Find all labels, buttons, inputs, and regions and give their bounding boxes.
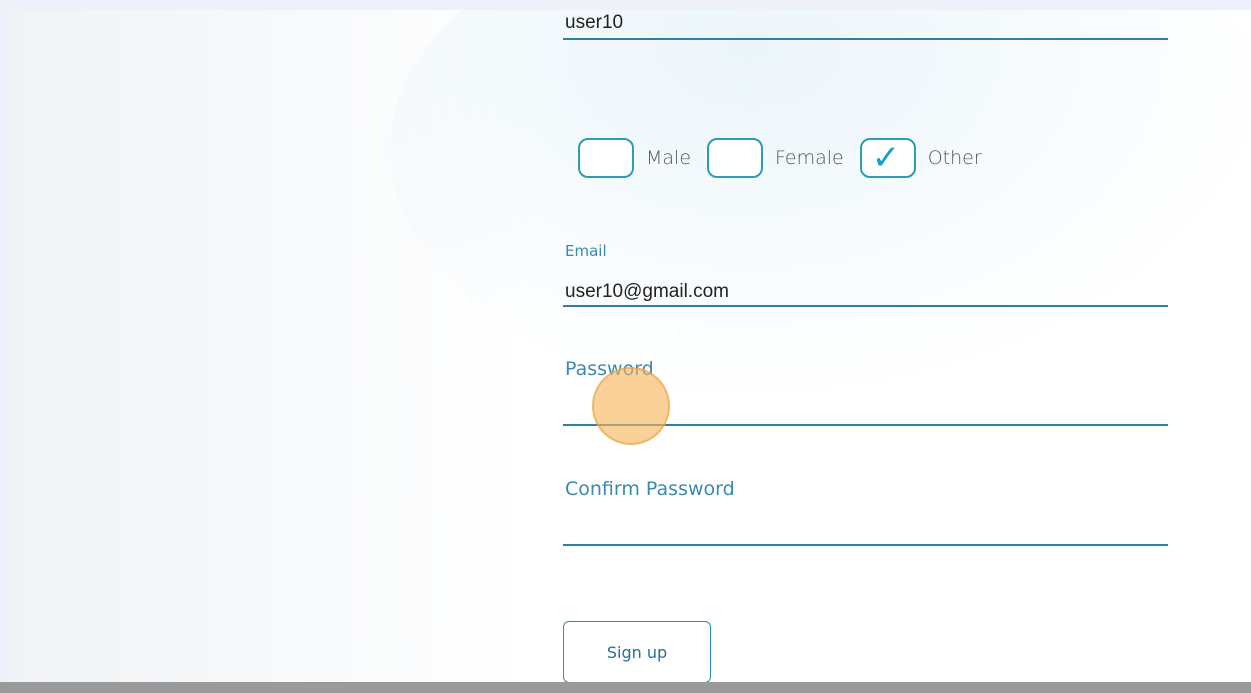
gender-label-male: Male xyxy=(646,147,692,169)
gender-checkbox-other[interactable]: ✓ xyxy=(859,138,916,178)
username-underline xyxy=(563,38,1168,40)
bottom-bar xyxy=(0,682,1251,693)
email-field[interactable]: user10@gmail.com xyxy=(565,280,729,304)
confirm-password-underline xyxy=(563,544,1168,546)
confirm-password-label: Confirm Password xyxy=(565,478,735,500)
gender-options: Male Female ✓ Other xyxy=(578,136,998,180)
username-field[interactable]: user10 xyxy=(565,11,623,35)
gender-checkbox-female[interactable] xyxy=(707,138,764,178)
signup-page: user10 Male Female ✓ Other Email user10@… xyxy=(10,10,1251,682)
signup-button[interactable]: Sign up xyxy=(563,621,711,682)
click-highlight-indicator xyxy=(592,367,670,445)
checkmark-icon: ✓ xyxy=(871,138,901,178)
gender-checkbox-male[interactable] xyxy=(578,138,634,178)
gender-label-other: Other xyxy=(927,147,982,169)
email-underline xyxy=(563,305,1168,307)
email-label: Email xyxy=(565,242,607,260)
gender-label-female: Female xyxy=(775,147,844,169)
